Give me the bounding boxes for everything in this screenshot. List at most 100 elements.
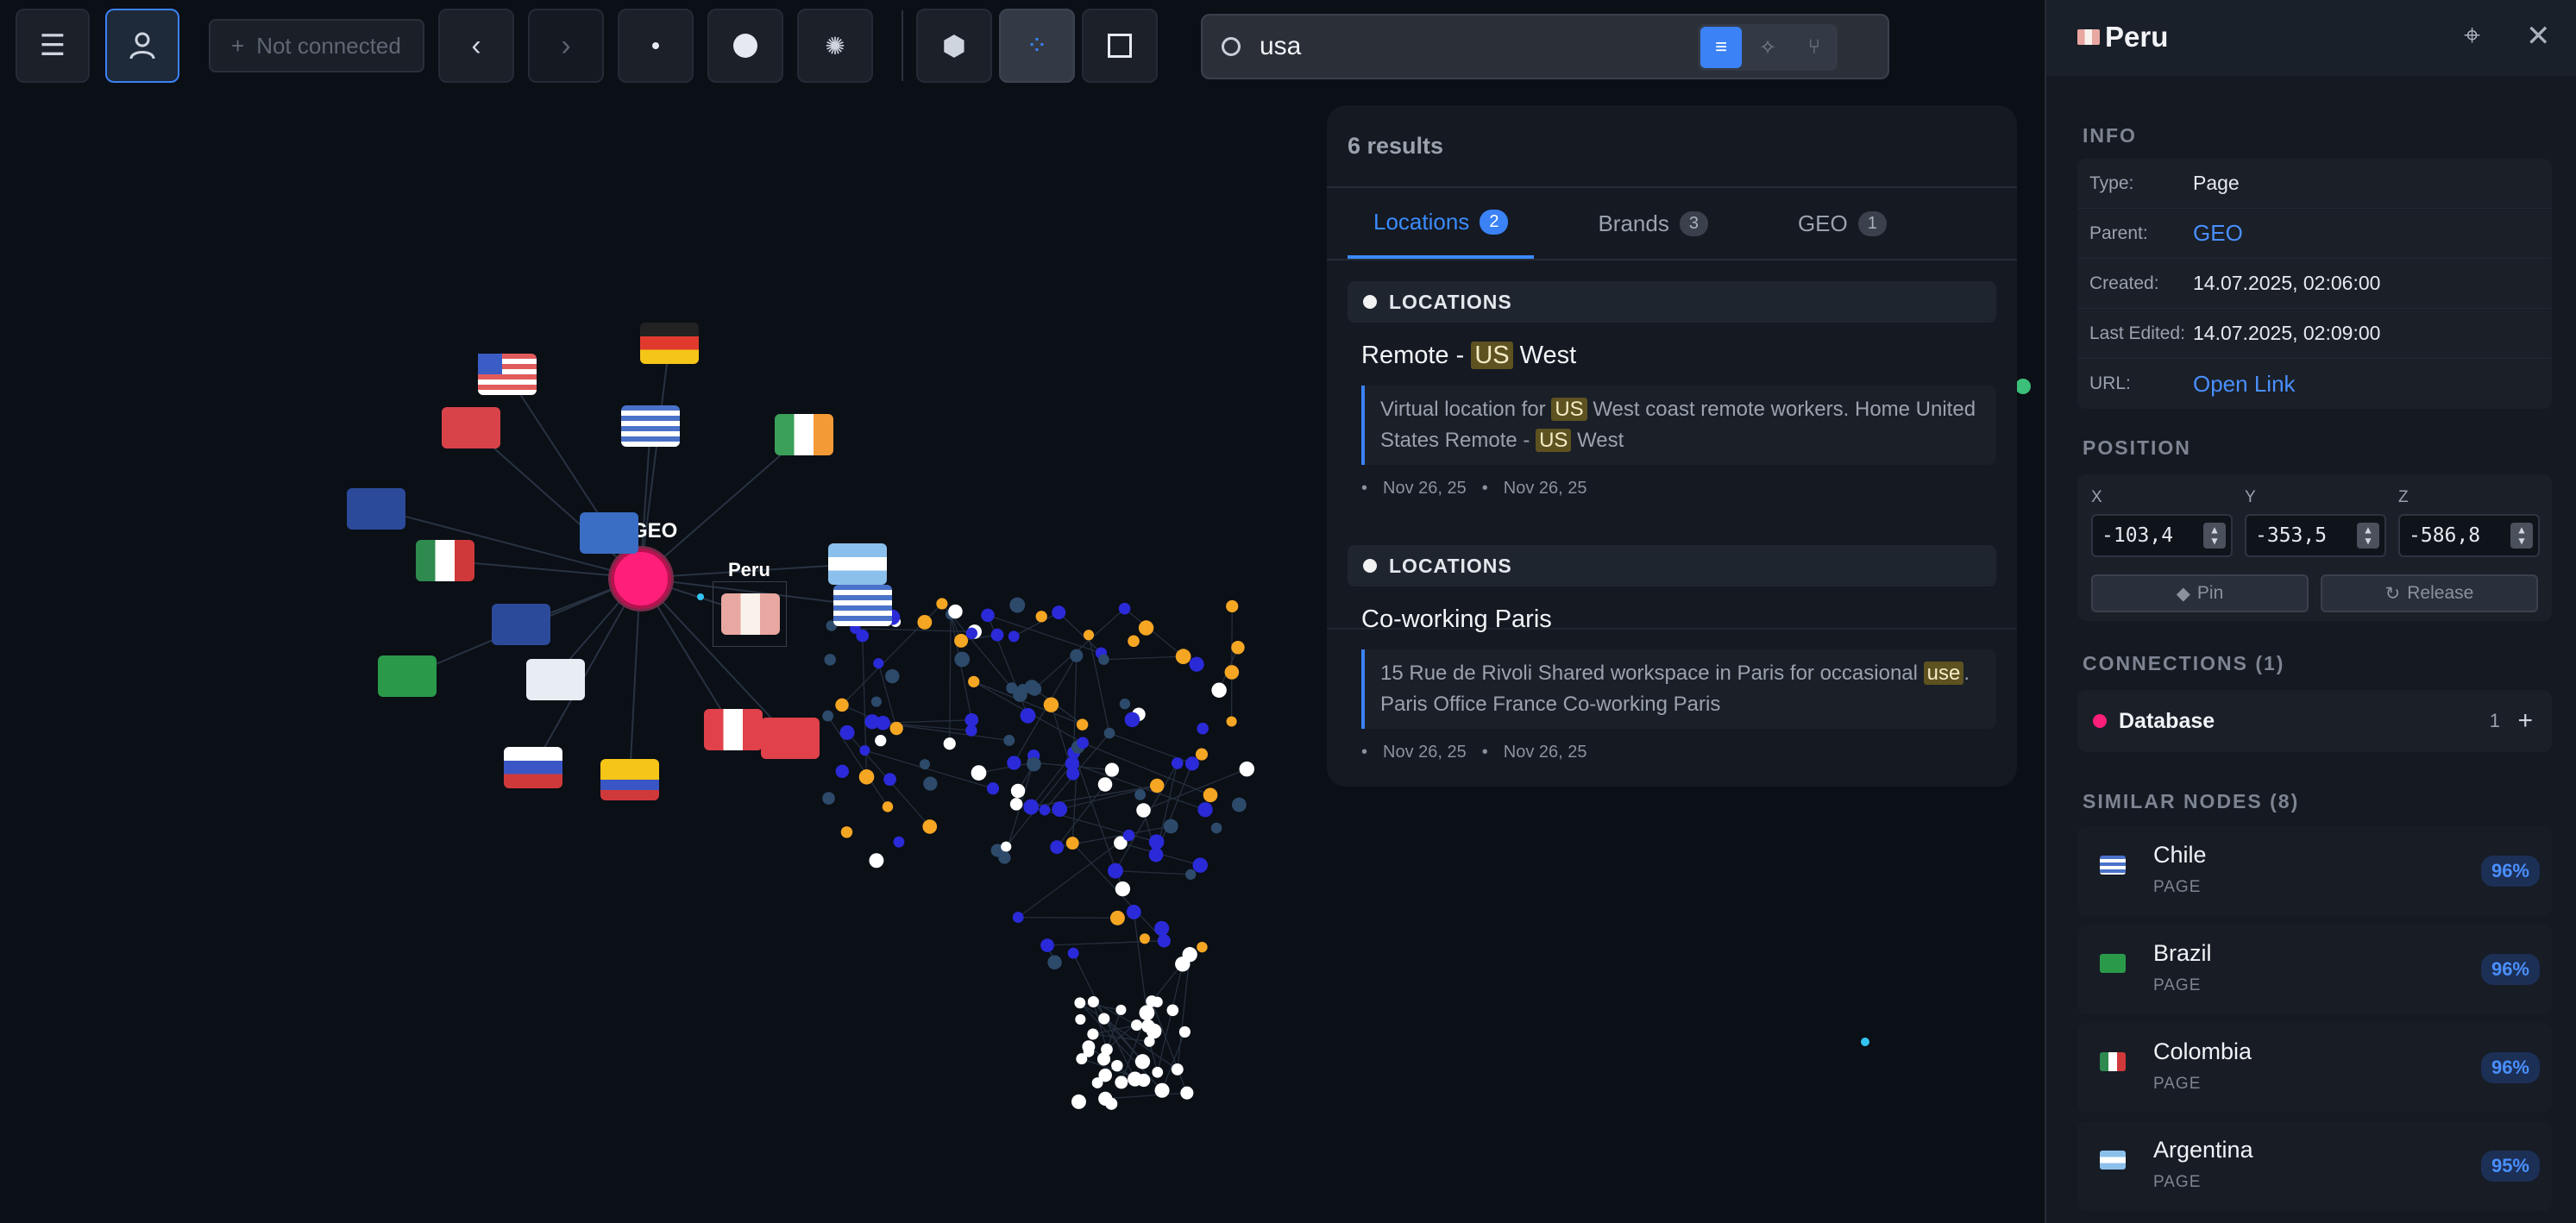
flag-node-germany[interactable] xyxy=(640,323,699,364)
graph-node[interactable] xyxy=(697,593,704,600)
hub-node[interactable] xyxy=(611,549,671,609)
flag-node-brazil[interactable] xyxy=(378,655,437,697)
tab-brands[interactable]: Brands 3 xyxy=(1572,188,1734,259)
graph-node[interactable] xyxy=(1231,640,1245,655)
graph-node[interactable] xyxy=(1023,799,1040,815)
graph-node[interactable] xyxy=(840,826,853,838)
x-input[interactable]: -103,4 ▲ ▼ xyxy=(2091,514,2233,557)
similar-node-item[interactable]: Colombia PAGE 96% xyxy=(2077,1023,2552,1113)
graph-node[interactable] xyxy=(948,604,963,619)
graph-node[interactable] xyxy=(1098,654,1109,666)
graph-node[interactable] xyxy=(986,782,1000,795)
graph-node[interactable] xyxy=(1171,757,1184,769)
flag-node-peru[interactable] xyxy=(721,593,780,635)
graph-node[interactable] xyxy=(1139,933,1150,944)
result-item[interactable]: LOCATIONS Co-working Paris 15 Rue de Riv… xyxy=(1348,545,1996,762)
graph-node[interactable] xyxy=(1052,605,1066,620)
menu-button[interactable]: ☰ xyxy=(16,9,90,83)
graph-node[interactable] xyxy=(971,765,987,781)
graph-node[interactable] xyxy=(1197,802,1213,818)
graph-node[interactable] xyxy=(822,792,835,805)
graph-node[interactable] xyxy=(889,721,903,736)
graph-node[interactable] xyxy=(1178,1025,1191,1038)
graph-node[interactable] xyxy=(1035,611,1047,623)
graph-node[interactable] xyxy=(883,773,896,787)
graph-node[interactable] xyxy=(917,614,933,630)
graph-node[interactable] xyxy=(1149,778,1165,793)
graph-node[interactable] xyxy=(998,851,1011,864)
graph-node[interactable] xyxy=(1083,630,1095,641)
graph-node[interactable] xyxy=(1087,1028,1099,1040)
graph-node[interactable] xyxy=(1008,630,1020,643)
graph-node[interactable] xyxy=(1180,1086,1194,1100)
graph-node[interactable] xyxy=(922,819,938,834)
graph-node[interactable] xyxy=(1185,869,1197,881)
graph-node[interactable] xyxy=(1224,665,1240,680)
graph-node[interactable] xyxy=(1013,687,1027,702)
graph-node[interactable] xyxy=(990,628,1004,642)
text-search-mode-button[interactable]: ≡ xyxy=(1700,27,1742,68)
graph-node[interactable] xyxy=(1066,767,1080,781)
parent-link[interactable]: GEO xyxy=(2193,220,2243,247)
graph-search-mode-button[interactable]: ⑂ xyxy=(1794,27,1835,68)
graph-node[interactable] xyxy=(1118,602,1131,615)
graph-node[interactable] xyxy=(835,698,849,712)
stepper-icon[interactable]: ▲ ▼ xyxy=(2357,523,2379,549)
graph-node[interactable] xyxy=(1226,599,1239,613)
pin-button[interactable]: ◆ Pin xyxy=(2091,574,2309,612)
graph-node[interactable] xyxy=(1077,737,1089,749)
graph-node[interactable] xyxy=(885,668,900,684)
graph-node[interactable] xyxy=(1027,756,1041,772)
flag-node-mexico[interactable] xyxy=(416,540,474,581)
graph-node[interactable] xyxy=(1166,1004,1179,1017)
graph-node[interactable] xyxy=(1020,707,1036,724)
graph-node[interactable] xyxy=(1024,680,1040,694)
graph-node[interactable] xyxy=(1163,818,1178,834)
layout-button[interactable]: ⁘ xyxy=(999,9,1075,83)
graph-node[interactable] xyxy=(1101,1044,1113,1056)
graph-node[interactable] xyxy=(1146,1023,1162,1039)
expand-plus-icon[interactable]: + xyxy=(2517,706,2533,736)
locate-icon[interactable]: ⌖ xyxy=(2464,19,2480,53)
graph-node[interactable] xyxy=(1070,649,1084,662)
graph-node[interactable] xyxy=(1040,938,1054,952)
stepper-icon[interactable]: ▲ ▼ xyxy=(2203,523,2226,549)
graph-node[interactable] xyxy=(1009,597,1026,613)
graph-node[interactable] xyxy=(1001,841,1012,852)
graph-node[interactable] xyxy=(1134,789,1147,800)
graph-node[interactable] xyxy=(882,801,894,812)
graph-node[interactable] xyxy=(1226,716,1237,727)
flag-node-sweden[interactable] xyxy=(580,512,638,554)
search-input[interactable] xyxy=(1260,32,1691,61)
connection-item[interactable]: Database 1 + xyxy=(2077,690,2552,752)
flag-node-greece[interactable] xyxy=(621,405,680,447)
graph-node[interactable] xyxy=(1152,996,1163,1007)
graph-node[interactable] xyxy=(943,737,956,750)
graph-node[interactable] xyxy=(923,776,938,791)
graph-node[interactable] xyxy=(858,768,875,785)
graph-node[interactable] xyxy=(1043,697,1059,712)
graph-node[interactable] xyxy=(1052,801,1068,818)
flag-node-ireland[interactable] xyxy=(775,414,833,455)
flag-node-finland[interactable] xyxy=(526,659,585,700)
graph-node[interactable] xyxy=(1003,734,1015,746)
graph-node[interactable] xyxy=(1075,1013,1086,1025)
semantic-search-mode-button[interactable]: ✧ xyxy=(1747,27,1788,68)
graph-node[interactable] xyxy=(1115,881,1131,897)
node-size-large-button[interactable] xyxy=(707,9,783,83)
graph-node[interactable] xyxy=(1136,803,1151,818)
graph-node[interactable] xyxy=(964,712,979,727)
graph-node[interactable] xyxy=(1074,997,1086,1009)
graph-node[interactable] xyxy=(1203,787,1218,803)
graph-node[interactable] xyxy=(859,745,870,756)
result-title[interactable]: Remote - US West xyxy=(1361,342,1996,370)
open-link[interactable]: Open Link xyxy=(2193,371,2296,398)
graph-node[interactable] xyxy=(1124,712,1140,728)
graph-node[interactable] xyxy=(1122,829,1135,842)
release-button[interactable]: ↻ Release xyxy=(2321,574,2538,612)
graph-node[interactable] xyxy=(1139,1005,1155,1021)
connection-status-button[interactable]: + Not connected xyxy=(209,19,424,72)
graph-node[interactable] xyxy=(1050,840,1065,855)
graph-node[interactable] xyxy=(1104,762,1120,777)
flag-node-colombia[interactable] xyxy=(600,759,659,800)
